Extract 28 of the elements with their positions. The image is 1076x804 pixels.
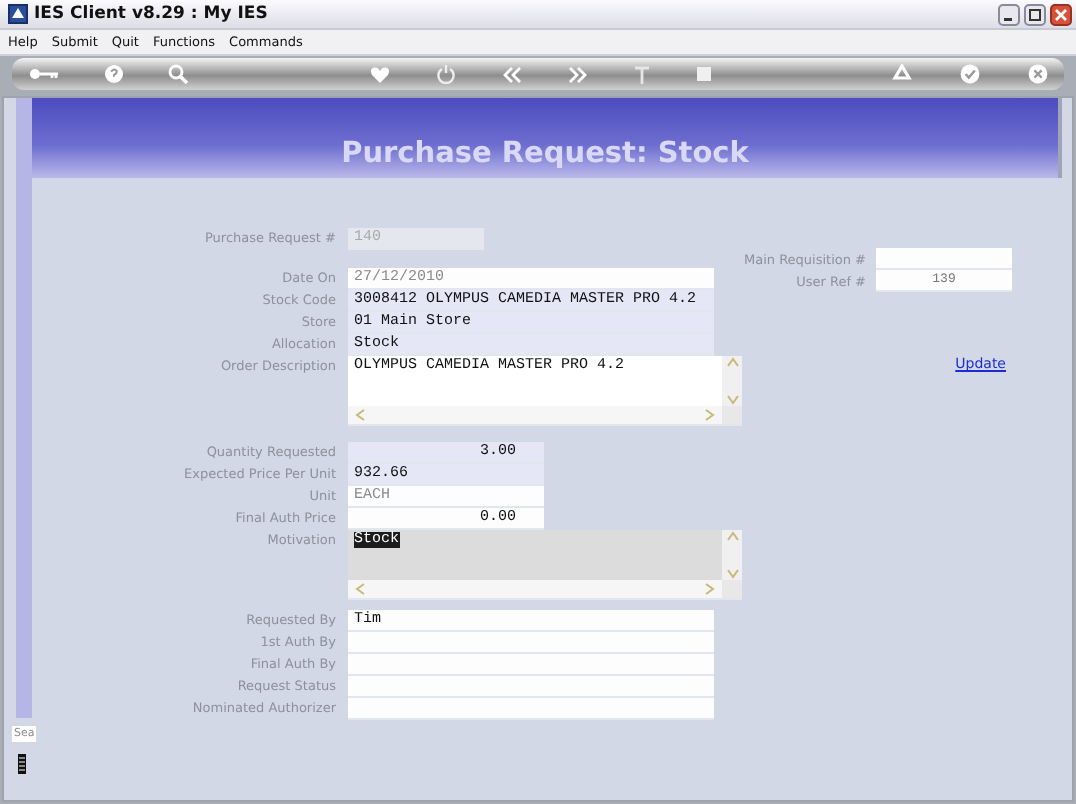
square-icon[interactable] <box>695 66 711 82</box>
input-field[interactable] <box>348 632 714 654</box>
list-icon[interactable] <box>18 754 26 774</box>
search-icon[interactable] <box>168 64 188 84</box>
input-field[interactable] <box>348 654 714 676</box>
scroll-left-icon[interactable] <box>354 408 366 422</box>
close-icon[interactable] <box>1050 3 1072 25</box>
double-right-icon[interactable] <box>567 65 587 83</box>
input-field[interactable] <box>876 248 1012 270</box>
heart-icon[interactable] <box>369 65 389 83</box>
scroll-down-icon[interactable] <box>725 394 739 406</box>
help-icon[interactable] <box>104 64 124 84</box>
scroll-right-icon[interactable] <box>704 408 716 422</box>
scrollbar-corner <box>722 406 742 424</box>
page-title: Purchase Request: Stock <box>341 138 749 170</box>
maximize-icon[interactable] <box>1024 3 1046 25</box>
text-icon[interactable] <box>633 65 649 83</box>
check-icon[interactable] <box>960 64 980 84</box>
input-field[interactable] <box>348 698 714 720</box>
app-icon <box>8 4 28 24</box>
scroll-up-icon[interactable] <box>725 356 739 368</box>
double-left-icon[interactable] <box>501 65 521 83</box>
window-title: IES Client v8.29 : My IES <box>34 4 270 24</box>
power-icon[interactable] <box>435 64 455 84</box>
key-icon[interactable] <box>28 66 60 82</box>
scrollbar-corner <box>722 580 742 598</box>
input-field[interactable] <box>348 676 714 698</box>
minimize-icon[interactable] <box>998 3 1020 25</box>
